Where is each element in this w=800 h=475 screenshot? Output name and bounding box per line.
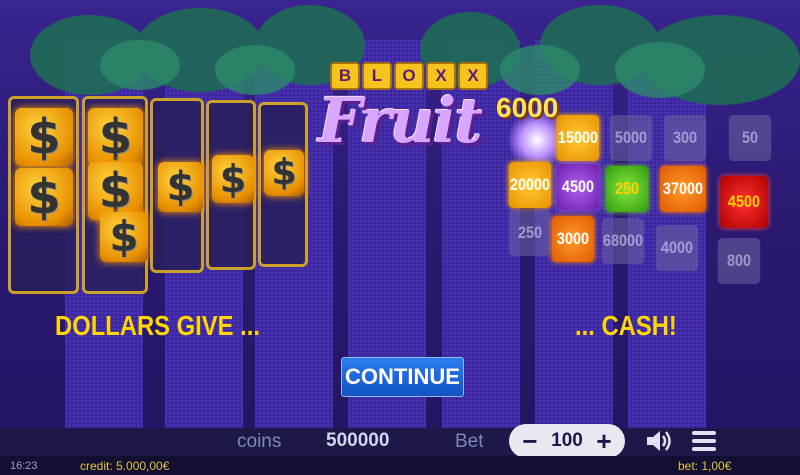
sound-icon[interactable] [644, 428, 674, 454]
cash-symbol: 15000 [556, 115, 600, 161]
bet-text: bet: 1,00€ [678, 459, 732, 473]
coins-label: coins [237, 431, 282, 452]
cash-symbol: 68000 [601, 218, 645, 264]
cash-symbol: 20000 [508, 162, 552, 208]
continue-button[interactable]: CONTINUE [341, 357, 464, 397]
dollar-icon: $ [212, 155, 254, 203]
menu-icon[interactable] [690, 428, 718, 454]
dollar-icon: $ [15, 108, 73, 166]
cash-symbol: 250 [508, 210, 552, 256]
logo-fruit: Fruit [318, 84, 483, 157]
dollar-icon: $ [100, 212, 148, 262]
cash-symbol: 50 [728, 115, 772, 161]
bet-value: 100 [551, 430, 583, 451]
cash-symbol: 250 [605, 166, 649, 212]
credit-text: credit: 5.000,00€ [80, 459, 170, 473]
caption-left: DOLLARS GIVE ... [55, 310, 260, 341]
dollar-icon: $ [88, 108, 143, 166]
bet-increase-button[interactable]: + [589, 424, 619, 458]
cash-symbol: 5000 [609, 115, 653, 161]
bet-label: Bet [455, 431, 484, 452]
coins-value: 500000 [326, 430, 390, 451]
cash-symbol: 3000 [551, 216, 595, 262]
win-amount: 6000 [496, 92, 559, 123]
caption-right: ... CASH! [575, 310, 677, 341]
dollar-icon: $ [264, 150, 304, 196]
bet-control: − 100 + [509, 424, 625, 458]
cash-symbol: 4000 [655, 225, 699, 271]
bottom-bar [0, 428, 800, 456]
game-logo: B L O X X Fruit [318, 62, 488, 162]
cash-symbol: 300 [663, 115, 707, 161]
cash-symbol: 37000 [660, 166, 706, 212]
dollar-icon: $ [15, 168, 73, 226]
dollar-icon: $ [158, 162, 203, 212]
game-screen: B L O X X Fruit $ $ $ $ $ $ $ $ DOLLARS … [0, 0, 800, 475]
clock: 16:23 [10, 460, 38, 472]
cash-symbol: 4500 [556, 164, 600, 210]
cash-symbol: 800 [717, 238, 761, 284]
cash-symbol: 4500 [720, 176, 768, 228]
